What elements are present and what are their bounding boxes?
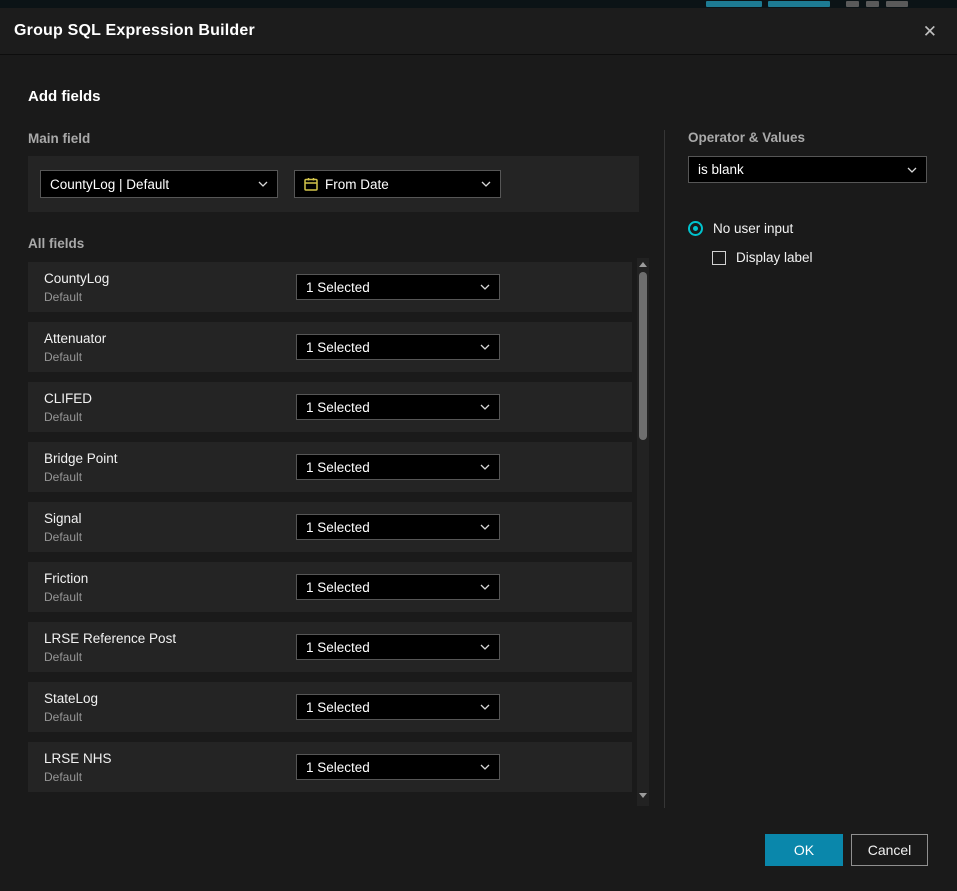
field-subtitle: Default: [44, 590, 82, 604]
field-row: CLIFED Default 1 Selected: [28, 382, 632, 432]
panel-divider: [664, 130, 665, 808]
field-selected-label: 1 Selected: [306, 760, 472, 775]
chevron-down-icon: [480, 644, 490, 650]
all-fields-list: CountyLog Default 1 Selected Attenuator …: [28, 262, 632, 802]
operator-value: is blank: [698, 162, 899, 177]
chevron-down-icon: [480, 524, 490, 530]
calendar-icon: [304, 177, 318, 191]
scrollbar[interactable]: [637, 258, 649, 806]
field-name: Bridge Point: [44, 451, 118, 466]
background-toolbar-fragment: [866, 1, 879, 7]
field-selected-dropdown[interactable]: 1 Selected: [296, 454, 500, 480]
background-link-fragment: [768, 1, 830, 7]
field-selected-label: 1 Selected: [306, 340, 472, 355]
field-name: CLIFED: [44, 391, 92, 406]
radio-selected-icon[interactable]: [688, 221, 703, 236]
field-selected-dropdown[interactable]: 1 Selected: [296, 574, 500, 600]
field-selected-dropdown[interactable]: 1 Selected: [296, 634, 500, 660]
chevron-down-icon: [480, 344, 490, 350]
operator-values-label: Operator & Values: [688, 130, 927, 145]
field-name: StateLog: [44, 691, 98, 706]
field-selected-dropdown[interactable]: 1 Selected: [296, 754, 500, 780]
field-row: Bridge Point Default 1 Selected: [28, 442, 632, 492]
field-name: LRSE NHS: [44, 751, 112, 766]
field-row: CountyLog Default 1 Selected: [28, 262, 632, 312]
app-screen: Group SQL Expression Builder ✕ Add field…: [0, 0, 957, 891]
field-selected-label: 1 Selected: [306, 640, 472, 655]
field-subtitle: Default: [44, 470, 82, 484]
display-label-option[interactable]: Display label: [712, 250, 927, 265]
field-name: LRSE Reference Post: [44, 631, 176, 646]
field-selected-dropdown[interactable]: 1 Selected: [296, 694, 500, 720]
field-subtitle: Default: [44, 770, 82, 784]
field-selected-label: 1 Selected: [306, 520, 472, 535]
background-link-fragment: [706, 1, 762, 7]
dialog-title: Group SQL Expression Builder: [14, 22, 255, 40]
field-selected-dropdown[interactable]: 1 Selected: [296, 274, 500, 300]
layer-select-dropdown[interactable]: CountyLog | Default: [40, 170, 278, 198]
field-subtitle: Default: [44, 530, 82, 544]
field-selected-dropdown[interactable]: 1 Selected: [296, 514, 500, 540]
field-selected-label: 1 Selected: [306, 400, 472, 415]
field-name: Attenuator: [44, 331, 106, 346]
field-subtitle: Default: [44, 350, 82, 364]
field-row: Friction Default 1 Selected: [28, 562, 632, 612]
add-fields-heading: Add fields: [28, 88, 101, 105]
chevron-down-icon: [481, 181, 491, 187]
field-selected-dropdown[interactable]: 1 Selected: [296, 334, 500, 360]
layer-select-value: CountyLog | Default: [50, 177, 250, 192]
main-field-dropdown[interactable]: From Date: [294, 170, 501, 198]
field-selected-label: 1 Selected: [306, 700, 472, 715]
background-toolbar-fragment: [886, 1, 908, 7]
background-page-edge: [0, 0, 957, 8]
field-row: StateLog Default 1 Selected: [28, 682, 632, 732]
field-selected-dropdown[interactable]: 1 Selected: [296, 394, 500, 420]
field-subtitle: Default: [44, 710, 82, 724]
no-user-input-option[interactable]: No user input: [688, 221, 927, 236]
background-toolbar-fragment: [846, 1, 859, 7]
field-selected-label: 1 Selected: [306, 580, 472, 595]
field-selected-label: 1 Selected: [306, 460, 472, 475]
ok-button[interactable]: OK: [765, 834, 843, 866]
display-label-text: Display label: [736, 250, 813, 265]
field-row: Signal Default 1 Selected: [28, 502, 632, 552]
chevron-down-icon: [480, 464, 490, 470]
chevron-down-icon: [480, 764, 490, 770]
cancel-button[interactable]: Cancel: [851, 834, 928, 866]
main-field-label: Main field: [28, 131, 90, 146]
chevron-down-icon: [480, 584, 490, 590]
field-subtitle: Default: [44, 650, 82, 664]
main-field-value: From Date: [325, 177, 466, 192]
field-selected-label: 1 Selected: [306, 280, 472, 295]
dialog-group-sql-expression-builder: Group SQL Expression Builder ✕ Add field…: [0, 8, 957, 891]
chevron-down-icon: [480, 404, 490, 410]
scrollbar-thumb[interactable]: [639, 272, 647, 440]
operator-values-panel: Operator & Values is blank No user input…: [688, 130, 927, 265]
operator-dropdown[interactable]: is blank: [688, 156, 927, 183]
all-fields-label: All fields: [28, 236, 84, 251]
field-subtitle: Default: [44, 410, 82, 424]
dialog-header: Group SQL Expression Builder ✕: [0, 8, 957, 55]
field-row: LRSE Reference Post Default 1 Selected: [28, 622, 632, 672]
chevron-down-icon: [258, 181, 268, 187]
field-subtitle: Default: [44, 290, 82, 304]
field-name: CountyLog: [44, 271, 109, 286]
field-row: Attenuator Default 1 Selected: [28, 322, 632, 372]
checkbox-unchecked-icon[interactable]: [712, 251, 726, 265]
field-name: Friction: [44, 571, 88, 586]
scrollbar-track[interactable]: [637, 272, 649, 792]
main-field-panel: CountyLog | Default From Date: [28, 156, 639, 212]
field-row: LRSE NHS Default 1 Selected: [28, 742, 632, 792]
dialog-footer: OK Cancel: [765, 834, 928, 866]
scroll-up-icon[interactable]: [639, 262, 647, 267]
chevron-down-icon: [480, 704, 490, 710]
close-icon[interactable]: ✕: [917, 19, 943, 44]
chevron-down-icon: [907, 167, 917, 173]
chevron-down-icon: [480, 284, 490, 290]
scroll-down-icon[interactable]: [639, 793, 647, 798]
field-name: Signal: [44, 511, 82, 526]
no-user-input-label: No user input: [713, 221, 793, 236]
